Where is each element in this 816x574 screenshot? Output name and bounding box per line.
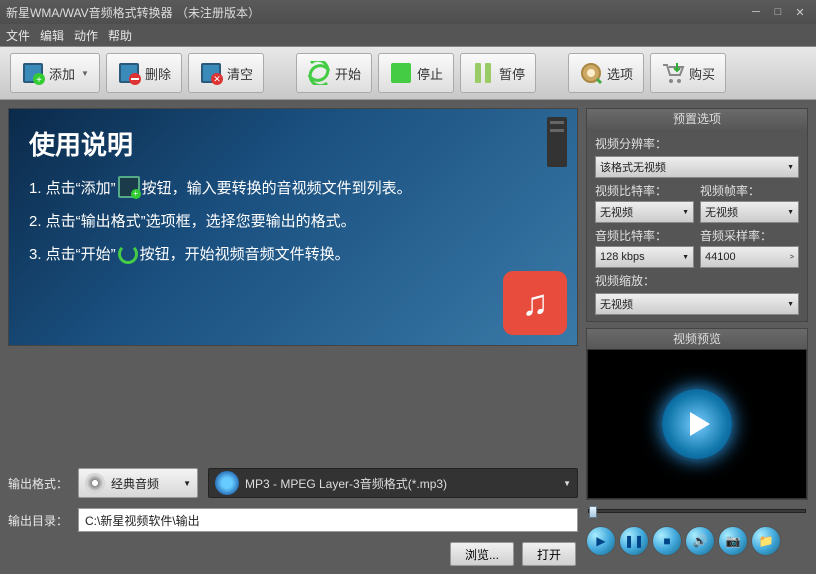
filmstrip-icon xyxy=(547,117,567,167)
ctrl-folder-button[interactable]: 📁 xyxy=(751,526,781,556)
clear-button[interactable]: ✕ 清空 xyxy=(188,53,264,93)
chevron-down-icon: ▼ xyxy=(787,209,794,216)
preview-play-button[interactable] xyxy=(662,389,732,459)
video-bitrate-label: 视频比特率： xyxy=(595,182,694,199)
close-button[interactable]: ✕ xyxy=(790,4,810,20)
svg-text:✕: ✕ xyxy=(213,74,221,84)
gear-icon xyxy=(579,61,603,85)
open-button[interactable]: 打开 xyxy=(522,542,576,566)
refresh-icon xyxy=(118,244,138,264)
audio-bitrate-select[interactable]: 128 kbps▼ xyxy=(595,246,694,268)
add-file-icon xyxy=(118,176,140,198)
dropdown-arrow-icon: ▼ xyxy=(81,69,89,78)
menu-action[interactable]: 动作 xyxy=(74,27,98,44)
browse-button[interactable]: 浏览... xyxy=(450,542,514,566)
music-icon: ♫ xyxy=(503,271,567,335)
scale-select[interactable]: 无视频▼ xyxy=(595,293,799,315)
resolution-label: 视频分辨率： xyxy=(595,135,799,152)
menu-file[interactable]: 文件 xyxy=(6,27,30,44)
instruction-step: 2. 点击“输出格式”选项框，选择您要输出的格式。 xyxy=(29,210,557,231)
seek-slider[interactable] xyxy=(586,506,808,516)
window-title: 新星WMA/WAV音频格式转换器 （未注册版本） xyxy=(6,4,260,21)
menu-edit[interactable]: 编辑 xyxy=(40,27,64,44)
chevron-down-icon: ▼ xyxy=(682,254,689,261)
maximize-button[interactable]: □ xyxy=(768,4,788,20)
instruction-step: 1. 点击“添加” 按钮，输入要转换的音视频文件到列表。 xyxy=(29,176,557,198)
output-dir-input[interactable]: C:\新星视频软件\输出 xyxy=(78,508,578,532)
buy-button[interactable]: 购买 xyxy=(650,53,726,93)
cart-icon xyxy=(661,61,685,85)
preview-panel: 视频预览 xyxy=(586,328,808,500)
start-button[interactable]: 开始 xyxy=(296,53,372,93)
format-icon xyxy=(215,471,239,495)
output-format-select[interactable]: MP3 - MPEG Layer-3音频格式(*.mp3) ▼ xyxy=(208,468,578,498)
ctrl-snapshot-button[interactable]: 📷 xyxy=(718,526,748,556)
titlebar: 新星WMA/WAV音频格式转换器 （未注册版本） ─ □ ✕ xyxy=(0,0,816,24)
chevron-down-icon: ▼ xyxy=(563,479,571,488)
sample-rate-label: 音频采样率： xyxy=(700,227,799,244)
video-bitrate-select[interactable]: 无视频▼ xyxy=(595,201,694,223)
instruction-step: 3. 点击“开始” 按钮，开始视频音频文件转换。 xyxy=(29,243,557,264)
cd-icon xyxy=(85,473,105,493)
delete-button[interactable]: 删除 xyxy=(106,53,182,93)
svg-text:+: + xyxy=(36,75,42,85)
video-preview xyxy=(587,349,807,499)
output-format-label: 输出格式： xyxy=(8,475,68,492)
chevron-down-icon: ▼ xyxy=(682,209,689,216)
stop-button[interactable]: 停止 xyxy=(378,53,454,93)
sample-rate-select[interactable]: 44100> xyxy=(700,246,799,268)
instructions-banner: 使用说明 1. 点击“添加” 按钮，输入要转换的音视频文件到列表。 2. 点击“… xyxy=(8,108,578,346)
ctrl-stop-button[interactable]: ■ xyxy=(652,526,682,556)
clear-icon: ✕ xyxy=(199,61,223,85)
pause-icon xyxy=(471,61,495,85)
ctrl-pause-button[interactable]: ❚❚ xyxy=(619,526,649,556)
ctrl-volume-button[interactable]: 🔊 xyxy=(685,526,715,556)
add-icon: + xyxy=(21,61,45,85)
preset-panel-title: 预置选项 xyxy=(587,109,807,129)
scale-label: 视频缩放： xyxy=(595,272,799,289)
preview-panel-title: 视频预览 xyxy=(587,329,807,349)
stop-icon xyxy=(389,61,413,85)
menubar: 文件 编辑 动作 帮助 xyxy=(0,24,816,46)
slider-thumb[interactable] xyxy=(589,506,597,518)
menu-help[interactable]: 帮助 xyxy=(108,27,132,44)
output-category-select[interactable]: 经典音频 ▼ xyxy=(78,468,198,498)
pause-button[interactable]: 暂停 xyxy=(460,53,536,93)
framerate-label: 视频帧率： xyxy=(700,182,799,199)
chevron-down-icon: ▼ xyxy=(183,479,191,488)
toolbar: + 添加 ▼ 删除 ✕ 清空 开始 停止 暂停 选项 xyxy=(0,46,816,100)
ctrl-play-button[interactable]: ▶ xyxy=(586,526,616,556)
resolution-select[interactable]: 该格式无视频▼ xyxy=(595,156,799,178)
options-button[interactable]: 选项 xyxy=(568,53,644,93)
chevron-down-icon: ▼ xyxy=(787,301,794,308)
chevron-down-icon: ▼ xyxy=(787,164,794,171)
audio-bitrate-label: 音频比特率： xyxy=(595,227,694,244)
minimize-button[interactable]: ─ xyxy=(746,4,766,20)
delete-icon xyxy=(117,61,141,85)
preset-panel: 预置选项 视频分辨率： 该格式无视频▼ 视频比特率： 无视频▼ 视频帧率： 无视… xyxy=(586,108,808,322)
output-dir-label: 输出目录： xyxy=(8,512,68,529)
framerate-select[interactable]: 无视频▼ xyxy=(700,201,799,223)
add-button[interactable]: + 添加 ▼ xyxy=(10,53,100,93)
instructions-title: 使用说明 xyxy=(29,125,557,162)
chevron-down-icon: > xyxy=(790,254,794,261)
preview-controls: ▶ ❚❚ ■ 🔊 📷 📁 xyxy=(586,526,808,556)
start-icon xyxy=(307,61,331,85)
